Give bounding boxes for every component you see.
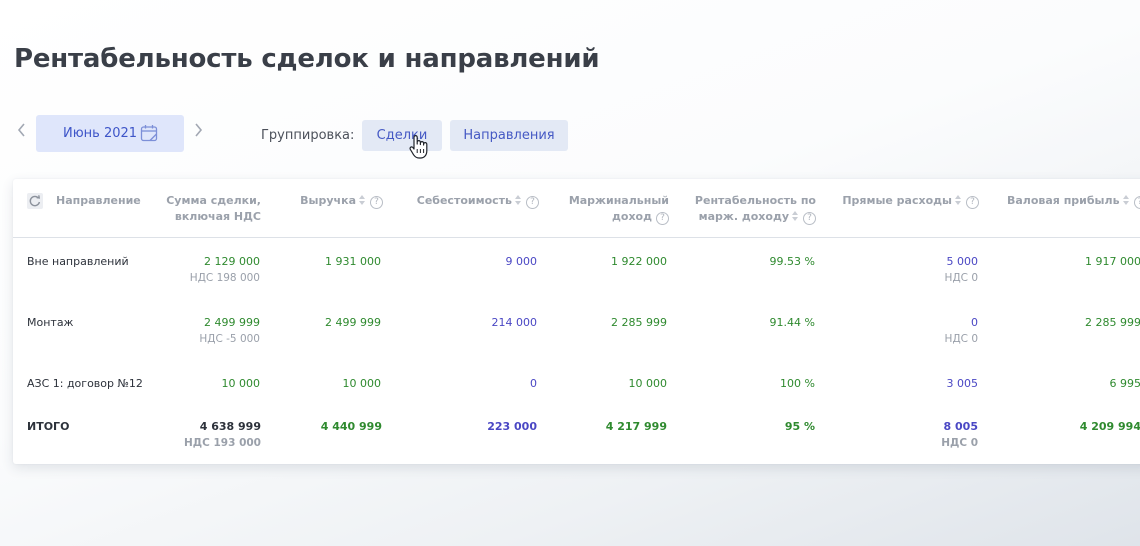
sort-icon[interactable]	[359, 195, 366, 205]
page-title: Рентабельность сделок и направлений	[14, 44, 600, 74]
refresh-icon[interactable]	[27, 193, 43, 209]
header-profitability-line1: Рентабельность по	[694, 194, 816, 207]
header-direction[interactable]: Направление	[56, 193, 141, 209]
cell-deal-sum: 2 499 999 НДС -5 000	[155, 315, 260, 347]
total-gross-profit: 4 209 994	[1079, 420, 1140, 433]
direct-value: 5 000	[946, 255, 979, 268]
header-direct-label: Прямые расходы	[842, 194, 952, 207]
direct-vat-value: НДС 0	[944, 272, 978, 284]
header-cost-label: Себестоимость	[416, 194, 512, 207]
direct-value: 0	[971, 316, 978, 329]
header-direct-costs[interactable]: Прямые расходы?	[825, 193, 979, 209]
month-picker[interactable]: Июнь 2021	[36, 115, 184, 152]
profitability-table: Направление Сумма сделки, включая НДС Вы…	[13, 179, 1140, 464]
chevron-right-icon[interactable]	[190, 122, 206, 144]
toolbar: Июнь 2021 Группировка: Сделки Направлени…	[0, 114, 1140, 159]
cell-cost[interactable]: 9 000	[423, 254, 538, 269]
cell-direct-costs[interactable]: 0 НДС 0	[863, 315, 978, 347]
total-margin: 4 217 999	[605, 420, 667, 433]
header-deal-sum[interactable]: Сумма сделки, включая НДС	[155, 193, 261, 225]
cell-profitability: 100 %	[780, 377, 815, 390]
header-profitability[interactable]: Рентабельность по марж. доходу?	[679, 193, 816, 225]
row-name: Монтаж	[27, 316, 74, 329]
cell-revenue: 1 931 000	[325, 255, 381, 268]
table-header: Направление Сумма сделки, включая НДС Вы…	[13, 179, 1140, 238]
cell-margin: 2 285 999	[611, 316, 667, 329]
header-profitability-line2: марж. доходу	[698, 210, 789, 223]
help-icon[interactable]: ?	[526, 196, 539, 209]
row-name: АЗС 1: договор №12	[27, 377, 143, 390]
sort-icon[interactable]	[1122, 195, 1130, 205]
cell-profitability: 99.53 %	[769, 255, 815, 268]
direct-vat-value: НДС 0	[944, 333, 978, 345]
deal-sum-value: 2 499 999	[204, 316, 260, 329]
help-icon[interactable]: ?	[966, 196, 979, 209]
cell-profitability: 91.44 %	[769, 316, 815, 329]
header-gross-profit[interactable]: Валовая прибыль?	[1007, 193, 1140, 209]
cell-direct-costs[interactable]: 3 005	[863, 376, 979, 391]
help-icon[interactable]: ?	[656, 212, 669, 225]
cell-cost[interactable]: 0	[423, 376, 537, 391]
cell-gross-profit: 2 285 999	[1085, 316, 1140, 329]
cell-deal-sum: 10 000	[221, 377, 261, 390]
cell-direct-costs[interactable]: 5 000 НДС 0	[863, 254, 978, 286]
help-icon[interactable]: ?	[370, 196, 383, 209]
total-label: ИТОГО	[27, 420, 70, 433]
deal-vat-value: НДС -5 000	[199, 333, 260, 345]
header-margin-line1: Маржинальный	[568, 194, 669, 207]
header-revenue-label: Выручка	[300, 194, 356, 207]
total-cost: 223 000	[487, 420, 537, 433]
cell-margin: 1 922 000	[611, 255, 667, 268]
header-margin[interactable]: Маржинальный доход?	[553, 193, 669, 225]
total-direct-vat-value: НДС 0	[941, 437, 978, 449]
cell-revenue: 2 499 999	[325, 316, 381, 329]
month-label: Июнь 2021	[63, 126, 138, 141]
row-name: Вне направлений	[27, 255, 129, 268]
grouping-label: Группировка:	[261, 128, 355, 143]
total-direct-value: 8 005	[943, 420, 978, 433]
cell-margin: 10 000	[628, 377, 668, 390]
header-cost[interactable]: Себестоимость?	[397, 193, 539, 209]
sort-icon[interactable]	[792, 211, 799, 221]
header-deal-sum-line1: Сумма сделки,	[166, 194, 261, 207]
sort-icon[interactable]	[515, 195, 522, 205]
cell-gross-profit: 6 995	[1109, 377, 1140, 390]
deal-sum-value: 2 129 000	[204, 255, 260, 268]
header-margin-line2: доход	[612, 210, 652, 223]
grouping-deals-button[interactable]: Сделки	[362, 120, 442, 151]
total-deal-vat-value: НДС 193 000	[184, 437, 261, 449]
sort-icon[interactable]	[955, 195, 962, 205]
total-deal-sum: 4 638 999 НДС 193 000	[155, 419, 261, 451]
total-deal-sum-value: 4 638 999	[199, 420, 261, 433]
header-gross-label: Валовая прибыль	[1007, 194, 1120, 207]
header-deal-sum-line2: включая НДС	[174, 210, 261, 223]
grouping-directions-button[interactable]: Направления	[450, 120, 568, 151]
chevron-left-icon[interactable]	[14, 122, 30, 144]
help-icon[interactable]: ?	[803, 212, 816, 225]
cell-revenue: 10 000	[342, 377, 382, 390]
total-direct-costs: 8 005 НДС 0	[863, 419, 978, 451]
total-profitability: 95 %	[784, 420, 815, 433]
total-revenue: 4 440 999	[320, 420, 382, 433]
cell-cost[interactable]: 214 000	[423, 315, 538, 330]
hand-cursor-icon	[408, 134, 430, 160]
header-revenue[interactable]: Выручка?	[283, 193, 383, 209]
calendar-icon[interactable]	[140, 124, 158, 142]
help-icon[interactable]: ?	[1133, 196, 1140, 209]
deal-vat-value: НДС 198 000	[189, 272, 260, 284]
cell-deal-sum: 2 129 000 НДС 198 000	[155, 254, 260, 286]
cell-gross-profit: 1 917 000	[1085, 255, 1140, 268]
